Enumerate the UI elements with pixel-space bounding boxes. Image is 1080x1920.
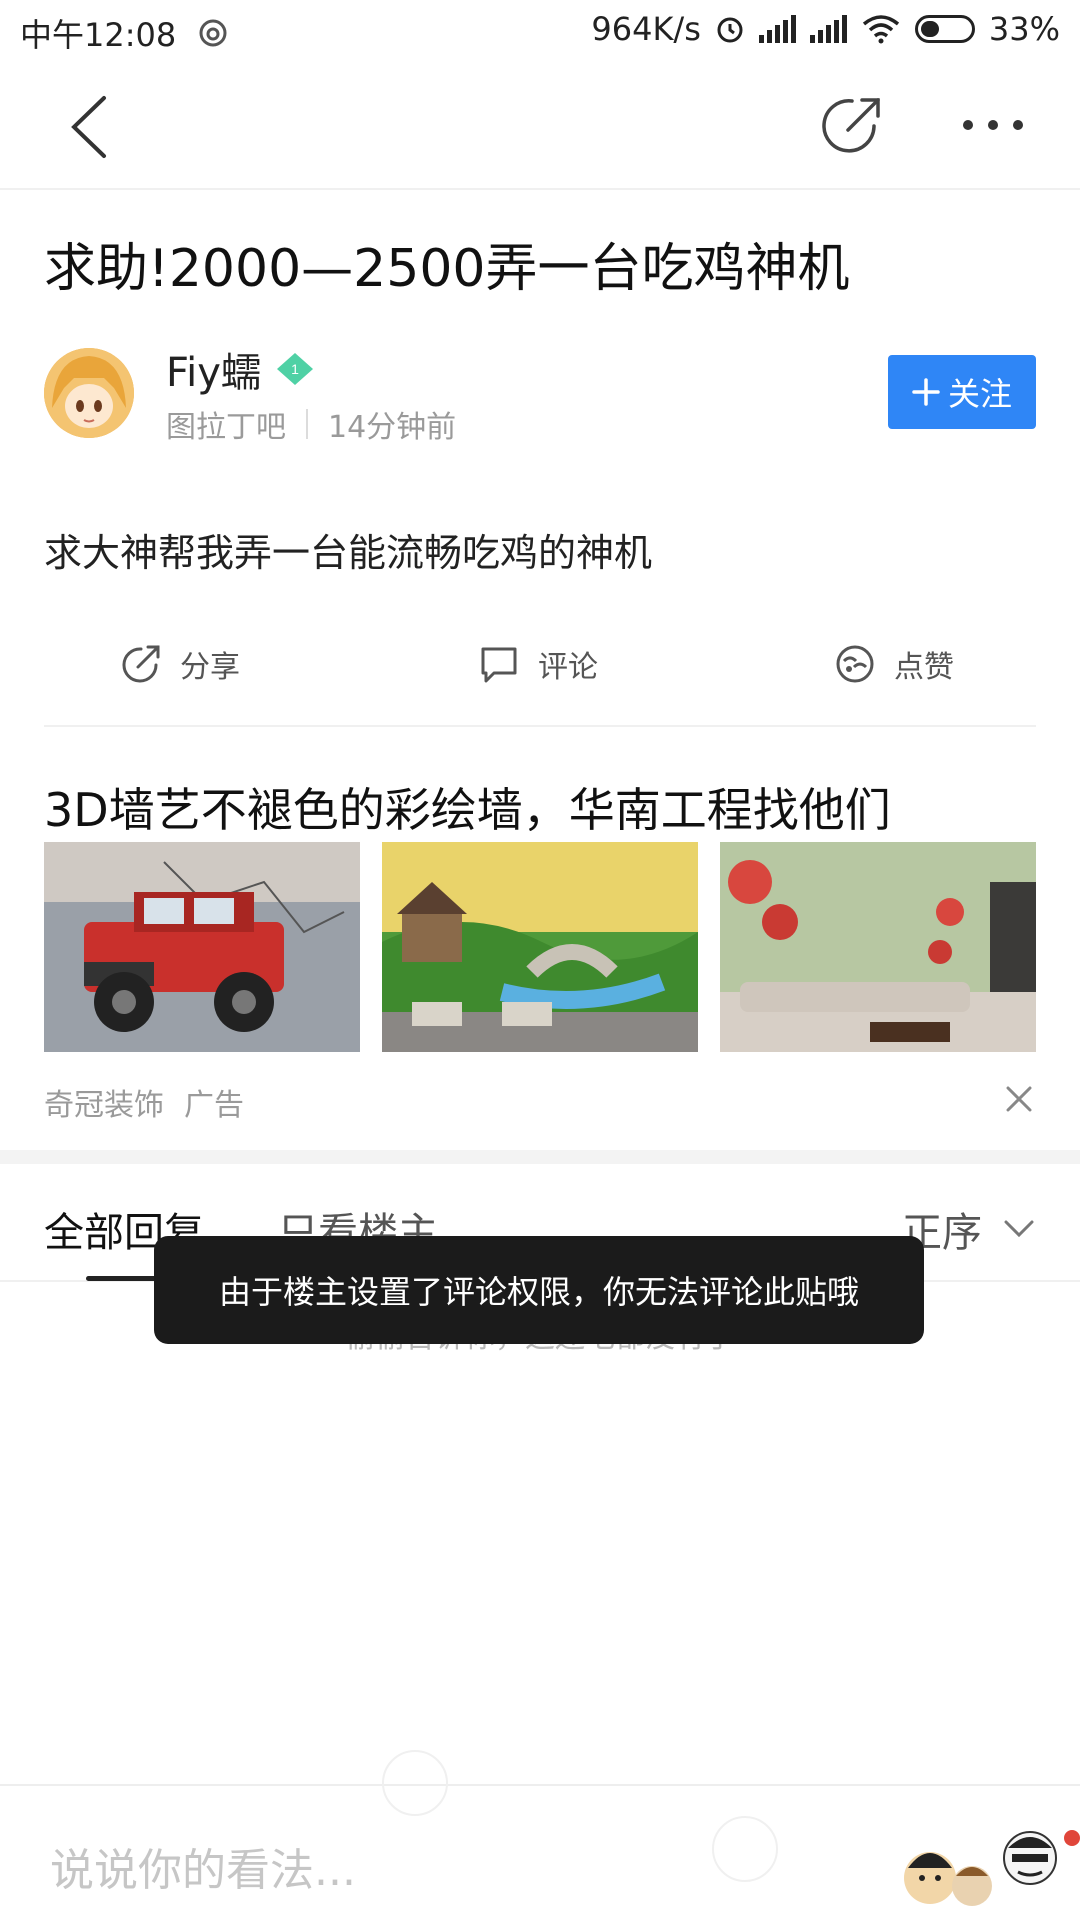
diamond-icon: 1 [276,353,313,385]
like-action[interactable]: 点赞 [834,642,954,686]
status-bar: 中午12:08 964K/s 33% [0,0,1080,60]
back-icon[interactable] [62,92,122,162]
author-row: Fiy蠕 1 [166,340,315,398]
ad-tag: 广告 [184,1088,244,1123]
comment-label: 评论 [538,650,598,685]
sticker-icon[interactable] [900,1818,1080,1918]
net-speed: 964K/s [591,10,701,48]
avatar[interactable] [44,348,134,438]
top-nav [0,62,1080,190]
toast-text: 由于楼主设置了评论权限，你无法评论此贴哦 [218,1273,859,1311]
plus-icon [912,378,940,406]
signal-icon [758,15,796,43]
comment-icon [481,647,517,683]
avatar-image [44,348,134,438]
share-icon [122,645,160,683]
status-left: 中午12:08 [20,10,228,56]
battery-icon [914,15,975,43]
author-name[interactable]: Fiy蠕 [166,340,261,398]
battery-percent: 33% [988,10,1060,48]
comment-input[interactable]: 说说你的看法... [50,1834,356,1898]
ad-title[interactable]: 3D墙艺不褪色的彩绘墙，华南工程找他们 [44,774,891,840]
forum-name[interactable]: 图拉丁吧 [166,402,286,446]
ghost-circle-2 [712,1816,778,1882]
status-right: 964K/s 33% [591,10,1060,48]
ad-source: 奇冠装饰 [44,1088,164,1123]
like-label: 点赞 [894,650,954,685]
post-title: 求助!2000—2500弄一台吃鸡神机 [44,239,850,299]
divider [44,725,1036,727]
status-time: 中午12:08 [20,16,177,54]
chevron-down-icon [1004,1220,1034,1238]
ad-image-jeep[interactable] [44,842,360,1052]
post-meta: 图拉丁吧 14分钟前 [166,402,456,446]
ghost-circle-1 [382,1750,448,1816]
share-icon[interactable] [820,92,886,158]
meta-divider [306,409,308,439]
post-body: 求大神帮我弄一台能流畅吃鸡的神机 [44,531,653,575]
share-action[interactable]: 分享 [120,642,240,686]
toast-message: 由于楼主设置了评论权限，你无法评论此贴哦 [154,1236,924,1344]
wifi-icon [862,15,899,44]
post-time: 14分钟前 [328,410,457,445]
follow-button[interactable]: 关注 [888,355,1036,429]
ad-image-flowers[interactable] [720,842,1036,1052]
comment-action[interactable]: 评论 [478,642,598,686]
level-badge: 1 [275,351,315,387]
close-icon[interactable] [1004,1084,1034,1114]
bottom-comment-bar: 说说你的看法... [0,1750,1080,1920]
section-separator [0,1150,1080,1164]
ad-meta: 奇冠装饰 广告 [44,1080,244,1124]
signal-icon-2 [809,15,847,43]
netease-music-icon [199,19,227,47]
share-label: 分享 [180,650,240,685]
level-number: 1 [291,361,299,377]
alarm-icon [717,17,743,43]
more-icon[interactable] [958,112,1028,138]
like-icon [836,645,874,683]
follow-label: 关注 [947,375,1012,413]
action-row: 分享 评论 点赞 [0,632,1080,722]
ad-image-landscape[interactable] [382,842,698,1052]
